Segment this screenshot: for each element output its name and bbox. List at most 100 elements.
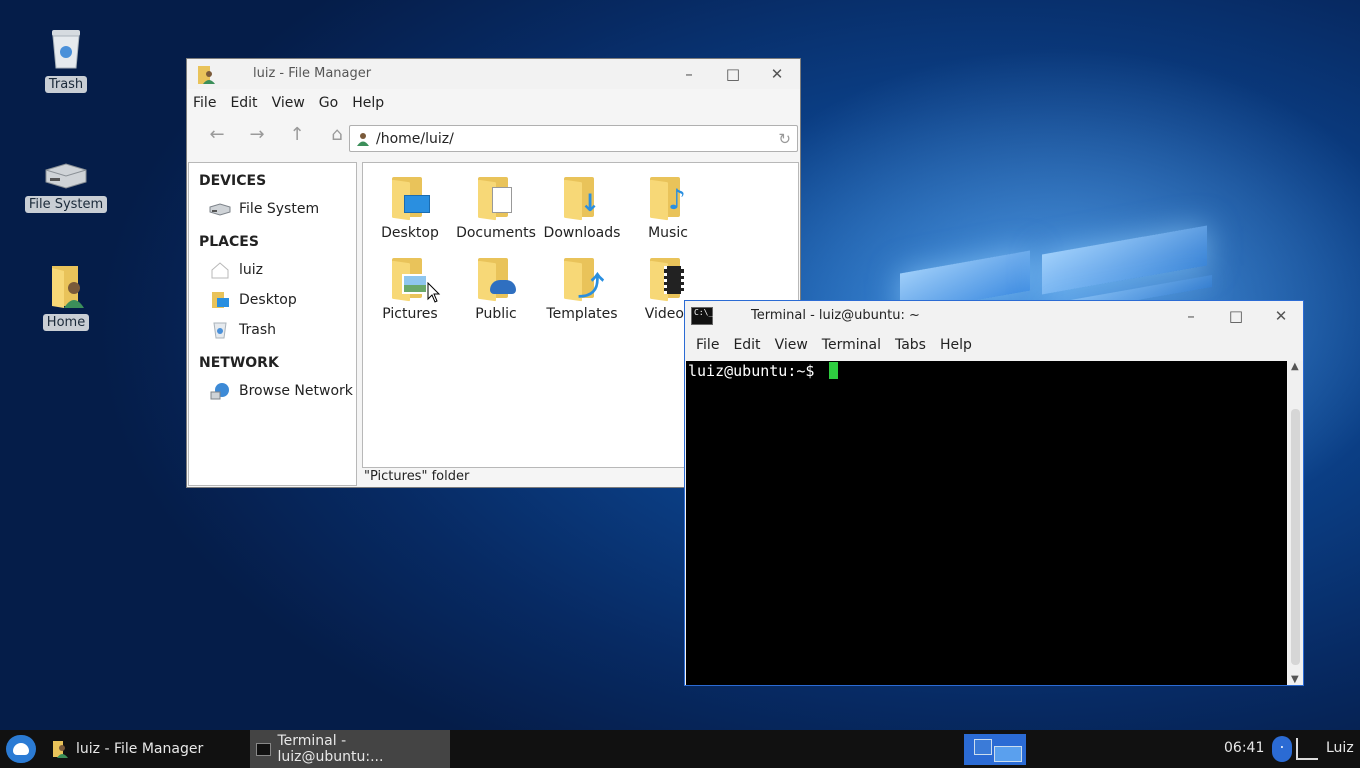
applications-menu-button[interactable] — [6, 735, 36, 763]
maximize-icon: □ — [725, 65, 741, 83]
minimize-button[interactable]: – — [1169, 301, 1213, 331]
scroll-down-icon[interactable]: ▼ — [1291, 674, 1299, 685]
folder-label: Downloads — [543, 225, 621, 241]
up-button[interactable]: ↑ — [277, 119, 317, 149]
trash-icon — [42, 24, 90, 72]
menu-help[interactable]: Help — [352, 95, 384, 111]
xfce-mouse-icon — [13, 743, 29, 755]
arrow-left-icon: ← — [209, 123, 225, 145]
close-icon: ✕ — [1274, 307, 1288, 325]
folder-public[interactable]: Public — [453, 258, 539, 322]
clock[interactable]: 06:41 — [1224, 740, 1264, 756]
maximize-icon: □ — [1228, 307, 1244, 325]
reload-icon[interactable]: ↻ — [778, 130, 791, 148]
title-bar[interactable]: luiz - File Manager – □ ✕ — [187, 59, 800, 89]
maximize-button[interactable]: □ — [711, 59, 755, 89]
sidebar-item-label: Browse Network — [239, 383, 353, 399]
desktop-icon-label: File System — [24, 196, 108, 213]
folder-desktop[interactable]: Desktop — [367, 177, 453, 241]
forward-button[interactable]: → — [237, 119, 277, 149]
menu-bar: File Edit View Terminal Tabs Help — [685, 331, 1303, 359]
bluetooth-icon[interactable]: ᛫ — [1272, 736, 1292, 762]
trash-icon — [209, 321, 231, 339]
terminal-window[interactable]: C:\_ Terminal - luiz@ubuntu: ~ – □ ✕ Fil… — [684, 300, 1304, 686]
folder-templates[interactable]: ⤴ Templates — [539, 258, 625, 322]
side-pane: DEVICES File System PLACES luiz Desktop … — [188, 162, 357, 486]
window-title: Terminal - luiz@ubuntu: ~ — [751, 308, 920, 323]
scroll-up-icon[interactable]: ▲ — [1291, 361, 1299, 372]
folder-label: Desktop — [381, 225, 439, 241]
folder-downloads[interactable]: ↓ Downloads — [539, 177, 625, 241]
drive-icon — [42, 160, 90, 192]
menu-view[interactable]: View — [272, 95, 305, 111]
sidebar-item-desktop[interactable]: Desktop — [189, 285, 356, 315]
menu-file[interactable]: File — [193, 95, 216, 111]
menu-help[interactable]: Help — [940, 337, 972, 353]
task-terminal[interactable]: Terminal - luiz@ubuntu:... — [250, 730, 450, 768]
task-label: Terminal - luiz@ubuntu:... — [277, 733, 384, 765]
folder-label: Templates — [546, 306, 618, 322]
back-button[interactable]: ← — [197, 119, 237, 149]
maximize-button[interactable]: □ — [1214, 301, 1258, 331]
terminal-output[interactable]: luiz@ubuntu:~$ — [686, 361, 1287, 685]
title-bar[interactable]: C:\_ Terminal - luiz@ubuntu: ~ – □ ✕ — [685, 301, 1303, 331]
folder-music[interactable]: ♪ Music — [625, 177, 711, 241]
desktop-icon-home[interactable]: Home — [18, 262, 114, 331]
downloads-folder-icon: ↓ — [562, 177, 602, 221]
sidebar-item-label: Trash — [239, 322, 276, 338]
desktop-icon-file-system[interactable]: File System — [18, 160, 114, 213]
terminal-app-icon — [256, 742, 272, 756]
minimize-icon: – — [685, 65, 693, 83]
sidebar-item-browse-network[interactable]: Browse Network — [189, 376, 356, 406]
drive-icon — [209, 200, 231, 218]
menu-view[interactable]: View — [775, 337, 808, 353]
menu-bar: File Edit View Go Help — [187, 89, 800, 117]
desktop-icon — [209, 291, 231, 309]
file-manager-app-icon — [52, 740, 68, 758]
folder-label: Pictures — [382, 306, 438, 322]
folder-label: Public — [475, 306, 517, 322]
shell-prompt: luiz@ubuntu:~$ — [688, 362, 824, 380]
task-file-manager[interactable]: luiz - File Manager — [52, 730, 248, 768]
folder-label: Music — [648, 225, 688, 241]
desktop-folder-icon — [390, 177, 430, 221]
sidebar-item-file-system[interactable]: File System — [189, 194, 356, 224]
home-folder-icon — [42, 262, 90, 310]
folder-documents[interactable]: Documents — [453, 177, 539, 241]
menu-go[interactable]: Go — [319, 95, 338, 111]
file-manager-app-icon — [197, 65, 215, 85]
sidebar-item-luiz[interactable]: luiz — [189, 255, 356, 285]
menu-edit[interactable]: Edit — [733, 337, 760, 353]
home-icon — [209, 261, 231, 279]
location-bar[interactable]: /home/luiz/ ↻ — [349, 125, 798, 152]
folder-label: Documents — [456, 225, 536, 241]
user-name[interactable]: Luiz — [1326, 740, 1354, 756]
menu-edit[interactable]: Edit — [230, 95, 257, 111]
close-icon: ✕ — [770, 65, 784, 83]
desktop-icon-label: Home — [42, 314, 90, 331]
vertical-scrollbar[interactable]: ▲ ▼ — [1288, 361, 1303, 685]
documents-folder-icon — [476, 177, 516, 221]
minimize-icon: – — [1187, 307, 1195, 325]
sidebar-item-trash[interactable]: Trash — [189, 315, 356, 345]
devices-heading: DEVICES — [199, 173, 267, 189]
location-path: /home/luiz/ — [376, 130, 454, 147]
menu-file[interactable]: File — [696, 337, 719, 353]
workspace-switcher[interactable] — [964, 734, 1026, 765]
taskbar: luiz - File Manager Terminal - luiz@ubun… — [0, 730, 1360, 768]
menu-tabs[interactable]: Tabs — [895, 337, 926, 353]
network-icon — [209, 382, 231, 400]
arrow-up-icon: ↑ — [289, 123, 305, 145]
mouse-pointer-icon — [427, 282, 441, 303]
desktop-icon-trash[interactable]: Trash — [18, 24, 114, 93]
desktop-icon-label: Trash — [44, 76, 88, 93]
templates-folder-icon: ⤴ — [562, 258, 604, 302]
network-status-icon[interactable] — [1296, 738, 1318, 760]
text-cursor — [829, 362, 839, 379]
menu-terminal[interactable]: Terminal — [822, 337, 881, 353]
close-button[interactable]: ✕ — [755, 59, 799, 89]
minimize-button[interactable]: – — [667, 59, 711, 89]
scrollbar-thumb[interactable] — [1291, 409, 1300, 665]
videos-folder-icon — [648, 258, 688, 302]
close-button[interactable]: ✕ — [1259, 301, 1303, 331]
